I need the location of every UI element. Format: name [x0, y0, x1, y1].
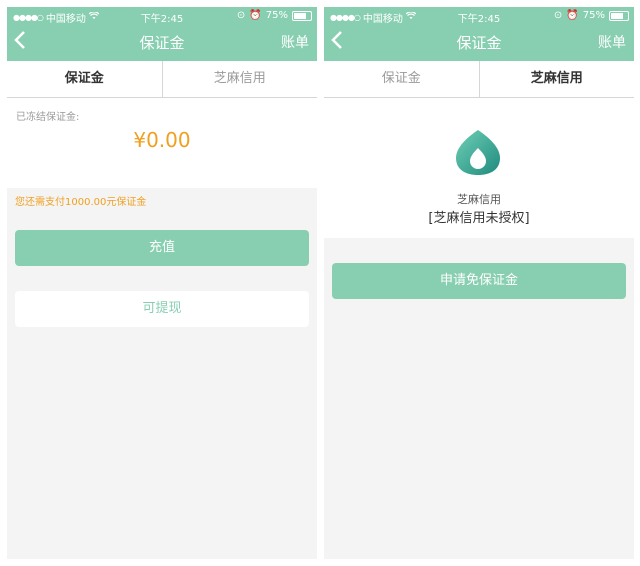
battery-percent: 75% [582, 10, 605, 21]
lock-rotation-icon: ⊙ [553, 10, 563, 21]
withdraw-button[interactable]: 可提现 [15, 291, 309, 327]
tab-zhima-credit[interactable]: 芝麻信用 [161, 61, 318, 97]
alarm-icon: ⏰ [249, 10, 262, 21]
zhima-credit-panel: 芝麻信用 [芝麻信用未授权] [324, 98, 634, 238]
status-bar: ●●●●○ 中国移动 下午2:45 ⊙ ⏰ 75% [7, 7, 317, 25]
navigation-bar: 保证金 账单 [324, 25, 634, 61]
zhima-credit-logo-icon [456, 130, 500, 175]
alarm-icon: ⏰ [566, 10, 579, 21]
payment-notice: 您还需支付1000.00元保证金 [15, 197, 147, 208]
battery-percent: 75% [265, 10, 288, 21]
recharge-button[interactable]: 充值 [15, 230, 309, 266]
status-bar: ●●●●○ 中国移动 下午2:45 ⊙ ⏰ 75% [324, 7, 634, 25]
bill-button[interactable]: 账单 [281, 25, 309, 61]
deposit-screen: ●●●●○ 中国移动 下午2:45 ⊙ ⏰ 75% 保证金 账单 保证金 芝麻信… [7, 7, 317, 559]
navigation-bar: 保证金 账单 [7, 25, 317, 61]
lock-rotation-icon: ⊙ [236, 10, 246, 21]
battery-icon [609, 10, 629, 21]
page-title: 保证金 [456, 34, 502, 52]
zhima-credit-screen: ●●●●○ 中国移动 下午2:45 ⊙ ⏰ 75% 保证金 账单 保证金 芝麻信… [324, 7, 634, 559]
battery-icon [292, 10, 312, 21]
tab-deposit[interactable]: 保证金 [324, 61, 479, 97]
authorization-status: [芝麻信用未授权] [428, 211, 530, 226]
zhima-credit-name: 芝麻信用 [457, 193, 501, 206]
tab-bar: 保证金 芝麻信用 [324, 61, 634, 98]
frozen-deposit-label: 已冻结保证金: [16, 112, 80, 123]
deposit-panel: 已冻结保证金: ¥0.00 [7, 98, 317, 188]
bill-button[interactable]: 账单 [598, 25, 626, 61]
apply-deposit-free-button[interactable]: 申请免保证金 [332, 263, 626, 299]
tab-bar: 保证金 芝麻信用 [7, 61, 317, 98]
deposit-amount: ¥0.00 [133, 128, 191, 152]
page-title: 保证金 [139, 34, 185, 52]
tab-zhima-credit[interactable]: 芝麻信用 [478, 61, 635, 97]
tab-deposit[interactable]: 保证金 [7, 61, 162, 97]
